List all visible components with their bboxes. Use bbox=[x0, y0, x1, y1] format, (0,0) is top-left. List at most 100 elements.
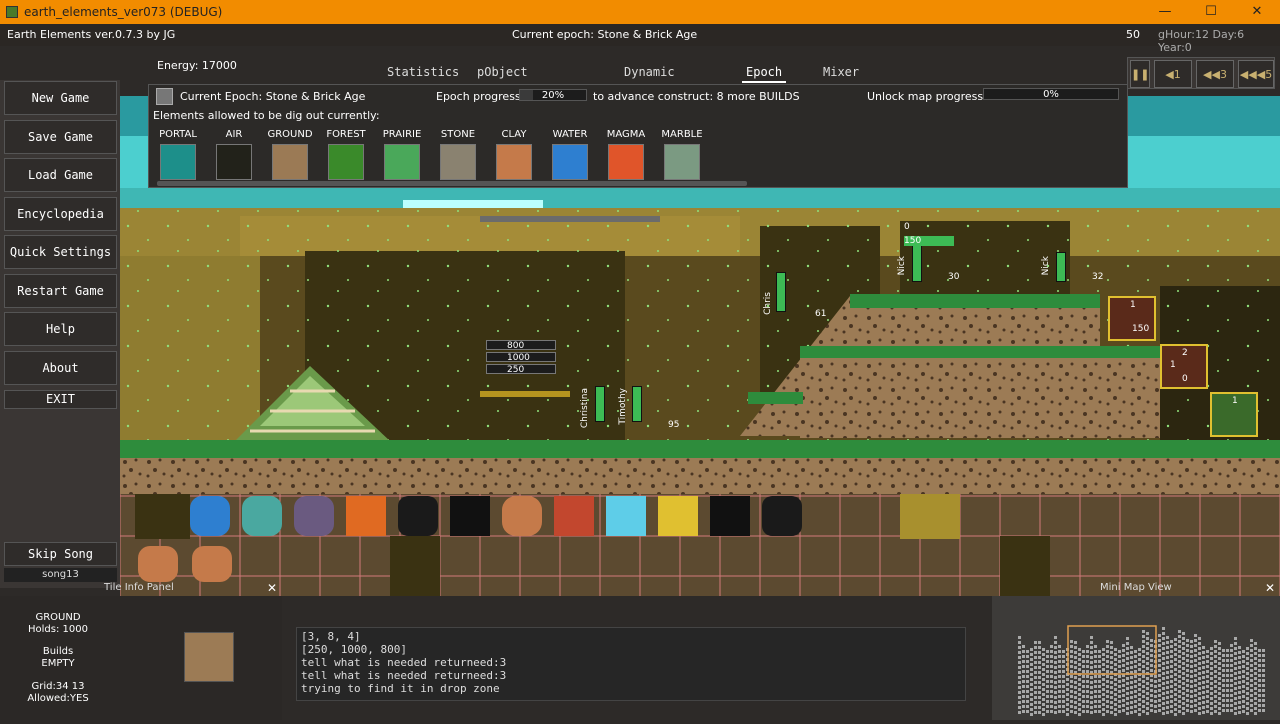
minimap-cell bbox=[1122, 694, 1125, 697]
minimap-cell bbox=[1058, 675, 1061, 678]
tab-pobject-information[interactable]: pObject informaiton bbox=[473, 61, 560, 101]
element-water[interactable]: WATER bbox=[545, 129, 595, 180]
minimap-cell bbox=[1054, 646, 1057, 649]
minimap-cell bbox=[1110, 706, 1113, 709]
tab-mixer-info[interactable]: Mixer Info bbox=[819, 61, 863, 101]
minimap-cell bbox=[1162, 657, 1165, 660]
minimap-cell bbox=[1234, 707, 1237, 710]
character-name-nick-2[interactable]: Nick bbox=[1041, 256, 1051, 275]
minimap-cell bbox=[1254, 692, 1257, 695]
magma-tile[interactable] bbox=[346, 496, 386, 536]
clay-tile-4[interactable] bbox=[192, 546, 232, 582]
speed-1-button[interactable]: ◀1 bbox=[1154, 60, 1192, 88]
character-name-timothy[interactable]: Timothy bbox=[618, 388, 628, 425]
ore-tile[interactable] bbox=[294, 496, 334, 536]
minimap-cell bbox=[1178, 685, 1181, 688]
new-game-button[interactable]: New Game bbox=[4, 81, 117, 115]
minimap-cell bbox=[1158, 694, 1161, 697]
construction-box-3[interactable]: 1 bbox=[1210, 392, 1258, 437]
element-portal[interactable]: PORTAL bbox=[153, 129, 203, 180]
iron-tile[interactable] bbox=[710, 496, 750, 536]
pause-button[interactable]: ❚❚ bbox=[1130, 60, 1150, 88]
minimap-cell bbox=[1062, 705, 1065, 708]
load-game-button[interactable]: Load Game bbox=[4, 158, 117, 192]
construction-box-2[interactable]: 2 1 0 bbox=[1160, 344, 1208, 389]
coal-tile-2[interactable] bbox=[762, 496, 802, 536]
character-name-christina[interactable]: Christina bbox=[580, 388, 590, 428]
element-stone[interactable]: STONE bbox=[433, 129, 483, 180]
minimap-view[interactable] bbox=[992, 596, 1280, 720]
minimap-cell bbox=[1146, 657, 1149, 660]
counter-label: 50 bbox=[1126, 28, 1140, 41]
minimap-cell bbox=[1130, 661, 1133, 664]
tile-info-close-icon[interactable]: ✕ bbox=[267, 581, 277, 595]
clay-tile-3[interactable] bbox=[138, 546, 178, 582]
minimap-cell bbox=[1158, 644, 1161, 647]
minimap-cell bbox=[1058, 655, 1061, 658]
minimap-cell bbox=[1046, 705, 1049, 708]
minimize-button[interactable]: — bbox=[1142, 2, 1188, 22]
minimap-cell bbox=[1154, 685, 1157, 688]
brick-tile[interactable] bbox=[554, 496, 594, 536]
element-clay[interactable]: CLAY bbox=[489, 129, 539, 180]
speed-3-button[interactable]: ◀◀3 bbox=[1196, 60, 1234, 88]
dug-elements-row[interactable] bbox=[190, 494, 830, 538]
minimap-cell bbox=[1146, 667, 1149, 670]
maximize-button[interactable]: ☐ bbox=[1188, 2, 1234, 22]
close-button[interactable]: ✕ bbox=[1234, 2, 1280, 22]
debug-console[interactable]: [3, 8, 4] [250, 1000, 800] tell what is … bbox=[296, 627, 966, 701]
minimap-cell bbox=[1186, 674, 1189, 677]
minimap-cell bbox=[1146, 677, 1149, 680]
minimap-cell bbox=[1122, 684, 1125, 687]
element-ground[interactable]: GROUND bbox=[265, 129, 315, 180]
minimap-cell bbox=[1054, 701, 1057, 704]
minimap-close-icon[interactable]: ✕ bbox=[1265, 581, 1275, 595]
minimap-cell bbox=[1070, 655, 1073, 658]
gold-tile[interactable] bbox=[658, 496, 698, 536]
coal-tile[interactable] bbox=[398, 496, 438, 536]
minimap-cell bbox=[1130, 666, 1133, 669]
element-swatch-icon bbox=[664, 144, 700, 180]
skip-song-button[interactable]: Skip Song bbox=[4, 542, 117, 566]
speed-5-button[interactable]: ◀◀◀5 bbox=[1238, 60, 1274, 88]
obsidian-tile[interactable] bbox=[450, 496, 490, 536]
minimap-cell bbox=[1258, 669, 1261, 672]
save-game-button[interactable]: Save Game bbox=[4, 120, 117, 154]
minimap-cell bbox=[1110, 651, 1113, 654]
construction-box-1[interactable]: 1 150 bbox=[1108, 296, 1156, 341]
minimap-panel[interactable] bbox=[992, 596, 1280, 720]
minimap-cell bbox=[1162, 707, 1165, 710]
exit-button[interactable]: EXIT bbox=[4, 390, 117, 409]
minimap-cell bbox=[1038, 676, 1041, 679]
minimap-cell bbox=[1166, 651, 1169, 654]
tab-statistics[interactable]: Statistics bbox=[383, 61, 463, 83]
quick-settings-button[interactable]: Quick Settings bbox=[4, 235, 117, 269]
character-name-chris[interactable]: Chris bbox=[763, 292, 773, 315]
character-name-nick[interactable]: Nick bbox=[897, 256, 907, 275]
element-magma[interactable]: MAGMA bbox=[601, 129, 651, 180]
element-forest[interactable]: FOREST bbox=[321, 129, 371, 180]
minimap-cell bbox=[1254, 642, 1257, 645]
tab-dynamic-resources[interactable]: Dynamic Resources bbox=[620, 61, 693, 101]
diamond-tile[interactable] bbox=[606, 496, 646, 536]
element-prairie[interactable]: PRAIRIE bbox=[377, 129, 427, 180]
minimap-cell bbox=[1046, 650, 1049, 653]
help-button[interactable]: Help bbox=[4, 312, 117, 346]
clay-tile[interactable] bbox=[502, 496, 542, 536]
restart-game-button[interactable]: Restart Game bbox=[4, 274, 117, 308]
minimap-cell bbox=[1246, 672, 1249, 675]
minimap-cell bbox=[1254, 682, 1257, 685]
minimap-cell bbox=[1158, 649, 1161, 652]
water-tile[interactable] bbox=[190, 496, 230, 536]
minimap-cell bbox=[1046, 675, 1049, 678]
element-air[interactable]: AIR bbox=[209, 129, 259, 180]
element-marble[interactable]: MARBLE bbox=[657, 129, 707, 180]
encyclopedia-button[interactable]: Encyclopedia bbox=[4, 197, 117, 231]
epoch-panel-scrollbar[interactable] bbox=[157, 181, 747, 186]
about-button[interactable]: About bbox=[4, 351, 117, 385]
minimap-cell bbox=[1178, 710, 1181, 713]
tab-epoch-info[interactable]: Epoch Info bbox=[742, 61, 787, 101]
minimap-cell bbox=[1154, 710, 1157, 713]
minimap-cell bbox=[1074, 686, 1077, 689]
mineral-tile[interactable] bbox=[242, 496, 282, 536]
